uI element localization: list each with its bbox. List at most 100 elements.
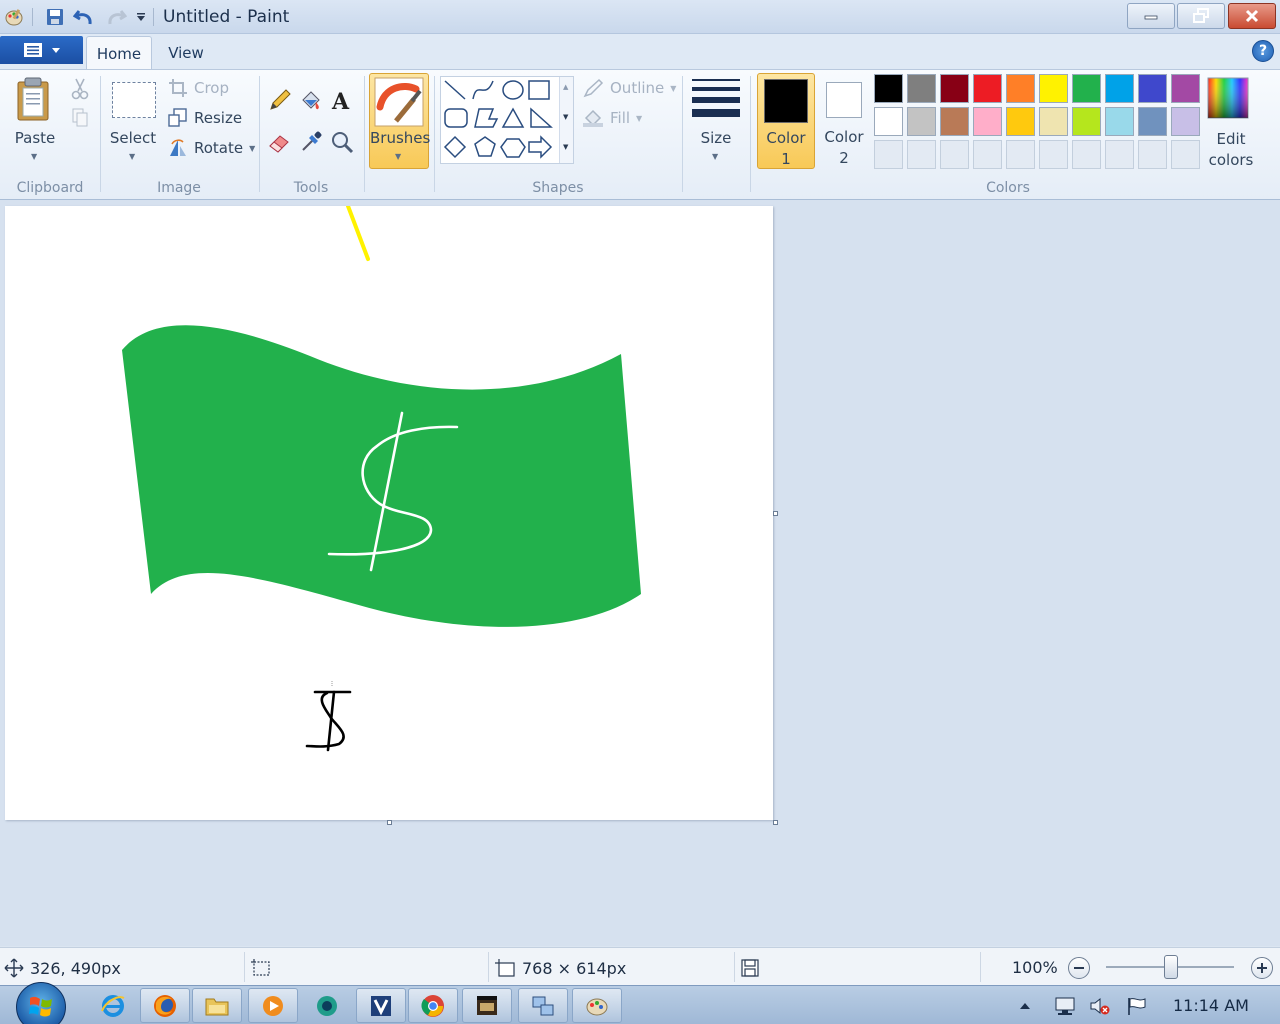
palette-swatch[interactable] bbox=[874, 74, 903, 103]
paste-dropdown-icon[interactable]: ▼ bbox=[31, 152, 37, 161]
customize-qat-chevron-icon[interactable] bbox=[130, 6, 152, 28]
scroll-down-icon[interactable]: ▼ bbox=[563, 113, 568, 121]
palette-swatch[interactable] bbox=[940, 107, 969, 136]
scroll-up-icon[interactable]: ▲ bbox=[563, 83, 568, 91]
taskbar-app-green[interactable] bbox=[302, 988, 352, 1023]
resize-handle-corner[interactable] bbox=[773, 820, 778, 825]
fill-button[interactable]: Fill ▼ bbox=[582, 108, 642, 128]
custom-color-slot[interactable] bbox=[907, 140, 936, 169]
pencil-icon[interactable] bbox=[266, 86, 294, 114]
palette-swatch[interactable] bbox=[874, 107, 903, 136]
taskbar-ie[interactable] bbox=[88, 988, 138, 1023]
help-icon[interactable]: ? bbox=[1252, 40, 1274, 62]
green-app-icon bbox=[317, 995, 337, 1016]
redo-icon[interactable] bbox=[105, 6, 127, 28]
palette-swatch[interactable] bbox=[1171, 107, 1200, 136]
select-dropdown-icon[interactable]: ▼ bbox=[129, 152, 135, 161]
action-center-flag-icon[interactable] bbox=[1126, 995, 1148, 1017]
tab-view[interactable]: View bbox=[155, 36, 217, 70]
paste-button[interactable]: Paste bbox=[6, 129, 64, 147]
palette-swatch[interactable] bbox=[907, 107, 936, 136]
palette-swatch[interactable] bbox=[1105, 74, 1134, 103]
zoom-in-button[interactable] bbox=[1251, 957, 1273, 979]
size-dropdown-icon[interactable]: ▼ bbox=[712, 152, 718, 161]
color-picker-icon[interactable] bbox=[297, 128, 325, 156]
taskbar-clock[interactable]: 11:14 AM bbox=[1173, 996, 1249, 1015]
taskbar-clapper[interactable] bbox=[462, 988, 512, 1023]
taskbar-chrome[interactable] bbox=[408, 988, 458, 1023]
color2-button[interactable]: Color 2 bbox=[816, 73, 872, 169]
palette-swatch[interactable] bbox=[1006, 74, 1035, 103]
paint-app-icon[interactable] bbox=[3, 6, 25, 28]
shapes-gallery[interactable]: ▲ ▼ ▼ bbox=[440, 76, 574, 164]
resize-handle-bottom[interactable] bbox=[387, 820, 392, 825]
volume-muted-icon[interactable] bbox=[1089, 995, 1111, 1017]
fill-bucket-icon[interactable] bbox=[297, 86, 325, 114]
palette-swatch[interactable] bbox=[1039, 107, 1068, 136]
palette-swatch[interactable] bbox=[973, 74, 1002, 103]
taskbar-paint[interactable] bbox=[572, 988, 622, 1023]
gallery-more-icon[interactable]: ▼ bbox=[563, 143, 568, 151]
palette-swatch[interactable] bbox=[1138, 74, 1167, 103]
undo-icon[interactable] bbox=[73, 6, 95, 28]
minimize-button[interactable] bbox=[1127, 3, 1175, 29]
edit-colors-button[interactable]: Edit colors bbox=[1200, 129, 1262, 171]
custom-color-slot[interactable] bbox=[874, 140, 903, 169]
fill-dropdown-icon: ▼ bbox=[636, 113, 643, 123]
resize-label: Resize bbox=[194, 109, 243, 127]
windows-logo-icon bbox=[29, 996, 52, 1017]
palette-swatch[interactable] bbox=[940, 74, 969, 103]
custom-color-slot[interactable] bbox=[1105, 140, 1134, 169]
brushes-button[interactable]: Brushes ▼ bbox=[369, 73, 430, 169]
image-group-label: Image bbox=[157, 180, 201, 196]
crop-button[interactable]: Crop bbox=[168, 78, 229, 98]
custom-color-slot[interactable] bbox=[973, 140, 1002, 169]
restore-button[interactable] bbox=[1177, 3, 1225, 29]
palette-swatch[interactable] bbox=[1105, 107, 1134, 136]
resize-handle-right[interactable] bbox=[773, 511, 778, 516]
text-tool-icon[interactable]: A bbox=[328, 86, 356, 114]
show-hidden-icons[interactable] bbox=[1014, 995, 1036, 1017]
palette-swatch[interactable] bbox=[1006, 107, 1035, 136]
save-icon[interactable] bbox=[44, 6, 66, 28]
custom-color-slot[interactable] bbox=[1138, 140, 1167, 169]
tab-home[interactable]: Home bbox=[86, 36, 152, 70]
taskbar-media-player[interactable] bbox=[248, 988, 298, 1023]
custom-color-slot[interactable] bbox=[1039, 140, 1068, 169]
paint-menu-button[interactable] bbox=[0, 36, 83, 64]
network-tray-icon[interactable] bbox=[1054, 995, 1076, 1017]
select-button[interactable]: Select bbox=[104, 129, 162, 147]
fill-label: Fill bbox=[610, 109, 631, 127]
zoom-slider-thumb[interactable] bbox=[1164, 955, 1178, 979]
taskbar-firefox[interactable] bbox=[140, 988, 190, 1023]
taskbar-explorer[interactable] bbox=[192, 988, 242, 1023]
size-button[interactable]: Size bbox=[688, 129, 744, 147]
palette-swatch[interactable] bbox=[1171, 74, 1200, 103]
drawing-canvas[interactable] bbox=[5, 204, 773, 820]
palette-swatch[interactable] bbox=[973, 107, 1002, 136]
rotate-button[interactable]: Rotate ▼ bbox=[168, 138, 255, 158]
copy-icon[interactable] bbox=[66, 104, 94, 132]
custom-color-slot[interactable] bbox=[1006, 140, 1035, 169]
zoom-out-button[interactable] bbox=[1068, 957, 1090, 979]
palette-swatch[interactable] bbox=[1072, 107, 1101, 136]
taskbar-network[interactable] bbox=[518, 988, 568, 1023]
shapes-scrollbar[interactable]: ▲ ▼ ▼ bbox=[559, 77, 573, 163]
custom-color-slot[interactable] bbox=[940, 140, 969, 169]
palette-swatch[interactable] bbox=[1039, 74, 1068, 103]
custom-color-slot[interactable] bbox=[1072, 140, 1101, 169]
cut-icon[interactable] bbox=[66, 75, 94, 103]
magnifier-icon[interactable] bbox=[328, 128, 356, 156]
palette-swatch[interactable] bbox=[1072, 74, 1101, 103]
custom-color-slot[interactable] bbox=[1171, 140, 1200, 169]
color1-button[interactable]: Color 1 bbox=[757, 73, 815, 169]
green-money-flag bbox=[122, 325, 641, 627]
taskbar-editor[interactable] bbox=[356, 988, 406, 1023]
resize-button[interactable]: Resize bbox=[168, 108, 242, 128]
close-button[interactable] bbox=[1228, 3, 1276, 29]
eraser-icon[interactable] bbox=[266, 128, 294, 156]
outline-button[interactable]: Outline ▼ bbox=[582, 78, 676, 98]
palette-swatch[interactable] bbox=[907, 74, 936, 103]
start-button[interactable] bbox=[16, 982, 66, 1024]
palette-swatch[interactable] bbox=[1138, 107, 1167, 136]
